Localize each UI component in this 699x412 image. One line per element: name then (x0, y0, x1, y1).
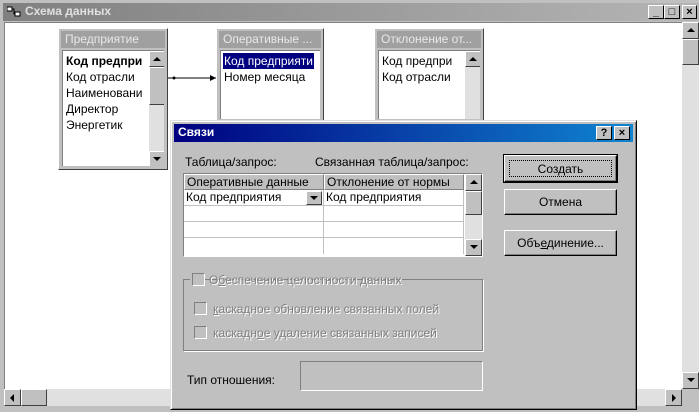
window-titlebar[interactable]: Схема данных (3, 3, 699, 21)
relation-type-label: Тип отношения: (187, 373, 276, 387)
arrow-up-icon (469, 180, 478, 184)
field-item[interactable]: Код предпри (65, 53, 143, 69)
grid-scrollbar[interactable] (465, 174, 482, 256)
cascade-update-checkbox[interactable] (194, 302, 207, 315)
table-query-label: Таблица/запрос: (185, 155, 277, 169)
cascade-update-label: каскадное обновление связанных полей (213, 302, 440, 316)
scroll-up-button[interactable] (149, 51, 164, 67)
vertical-scrollbar[interactable] (682, 22, 699, 389)
field-item[interactable]: Директор (65, 101, 119, 117)
scroll-up-button[interactable] (465, 51, 480, 67)
relationship-line[interactable] (168, 70, 220, 86)
arrow-down-icon (469, 245, 478, 249)
integrity-label: Обеспечение целостности данных (209, 273, 402, 287)
window-title: Схема данных (25, 4, 111, 18)
chevron-down-icon (310, 196, 318, 200)
maximize-button[interactable]: □ (664, 5, 680, 19)
close-button[interactable]: × (682, 5, 697, 19)
cascade-delete-checkbox[interactable] (194, 326, 207, 339)
horizontal-scroll-thumb[interactable] (21, 389, 47, 406)
field-list[interactable]: Код предпри Код отрасли (378, 50, 480, 119)
scroll-right-button[interactable] (665, 389, 682, 406)
dialog-title: Связи (178, 125, 215, 139)
grid-dropdown-button[interactable] (306, 191, 322, 205)
field-item[interactable]: Энергетик (65, 117, 123, 133)
table-otklonenie[interactable]: Отклонение от... Код предпри Код отрасли (374, 28, 484, 123)
field-item[interactable]: Код отрасли (381, 69, 452, 85)
field-list[interactable]: Код предприяти Номер месяца (220, 50, 320, 119)
field-item[interactable]: Код предпри (381, 53, 453, 69)
grid-scroll-thumb[interactable] (465, 191, 482, 215)
arrow-left-icon (10, 394, 14, 402)
list-scroll-thumb[interactable] (149, 67, 164, 105)
field-item[interactable]: Код отрасли (65, 69, 136, 85)
help-button[interactable]: ? (596, 126, 612, 140)
scroll-up-button[interactable] (682, 22, 699, 39)
scroll-up-button[interactable] (465, 174, 482, 191)
grid-header-left: Оперативные данные (184, 174, 324, 190)
grid-cell-right[interactable]: Код предприятия (324, 190, 464, 206)
minimize-button[interactable]: _ (648, 5, 664, 19)
arrow-down-icon (686, 378, 695, 382)
field-list-scrollbar[interactable] (149, 51, 164, 166)
join-fields-grid[interactable]: Оперативные данные Отклонение от нормы К… (183, 173, 483, 257)
scroll-down-button[interactable] (465, 239, 482, 256)
arrow-up-icon (153, 57, 161, 61)
relation-type-field (300, 361, 483, 391)
cancel-button[interactable]: Отмена (504, 189, 617, 215)
field-list-scrollbar[interactable] (465, 51, 480, 119)
field-item-selected[interactable]: Код предприяти (223, 53, 314, 69)
field-item[interactable]: Номер месяца (223, 69, 306, 85)
arrow-up-icon (469, 57, 477, 61)
grid-cell-empty[interactable] (184, 206, 324, 222)
relationships-icon (7, 6, 21, 17)
dialog-titlebar[interactable]: Связи ? × (174, 124, 633, 142)
grid-cell-empty[interactable] (324, 222, 464, 238)
grid-header-right: Отклонение от нормы (324, 174, 464, 190)
join-type-button[interactable]: Объединение... (504, 230, 617, 256)
scroll-left-button[interactable] (4, 389, 21, 406)
field-item[interactable]: Наименовани (65, 85, 144, 101)
scroll-down-button[interactable] (682, 372, 699, 389)
table-title[interactable]: Оперативные ... (219, 31, 321, 48)
vertical-scroll-thumb[interactable] (682, 39, 699, 65)
table-title[interactable]: Отклонение от... (377, 31, 481, 48)
integrity-checkbox[interactable] (192, 273, 205, 286)
table-predpriyatie[interactable]: Предприятие Код предпри Код отрасли Наим… (58, 28, 168, 170)
arrow-right-icon (672, 394, 676, 402)
dialog-close-button[interactable]: × (614, 126, 630, 140)
cascade-delete-label: каскадное удаление связанных записей (213, 326, 437, 340)
grid-cell-empty[interactable] (184, 222, 324, 238)
arrow-up-icon (686, 28, 695, 32)
grid-cell-empty[interactable] (184, 238, 324, 254)
table-operativnye[interactable]: Оперативные ... Код предприяти Номер мес… (216, 28, 324, 123)
grid-cell-empty[interactable] (324, 206, 464, 222)
grid-cell-empty[interactable] (324, 238, 464, 254)
create-button[interactable]: Создать (503, 154, 618, 183)
grid-cell-left[interactable]: Код предприятия (184, 190, 324, 206)
arrow-down-icon (153, 157, 161, 161)
scroll-down-button[interactable] (149, 151, 164, 166)
related-table-label: Связанная таблица/запрос: (315, 155, 469, 169)
table-title[interactable]: Предприятие (61, 31, 165, 48)
integrity-option[interactable]: Обеспечение целостности данных (190, 273, 402, 287)
field-list[interactable]: Код предпри Код отрасли Наименовани Дире… (62, 50, 164, 166)
